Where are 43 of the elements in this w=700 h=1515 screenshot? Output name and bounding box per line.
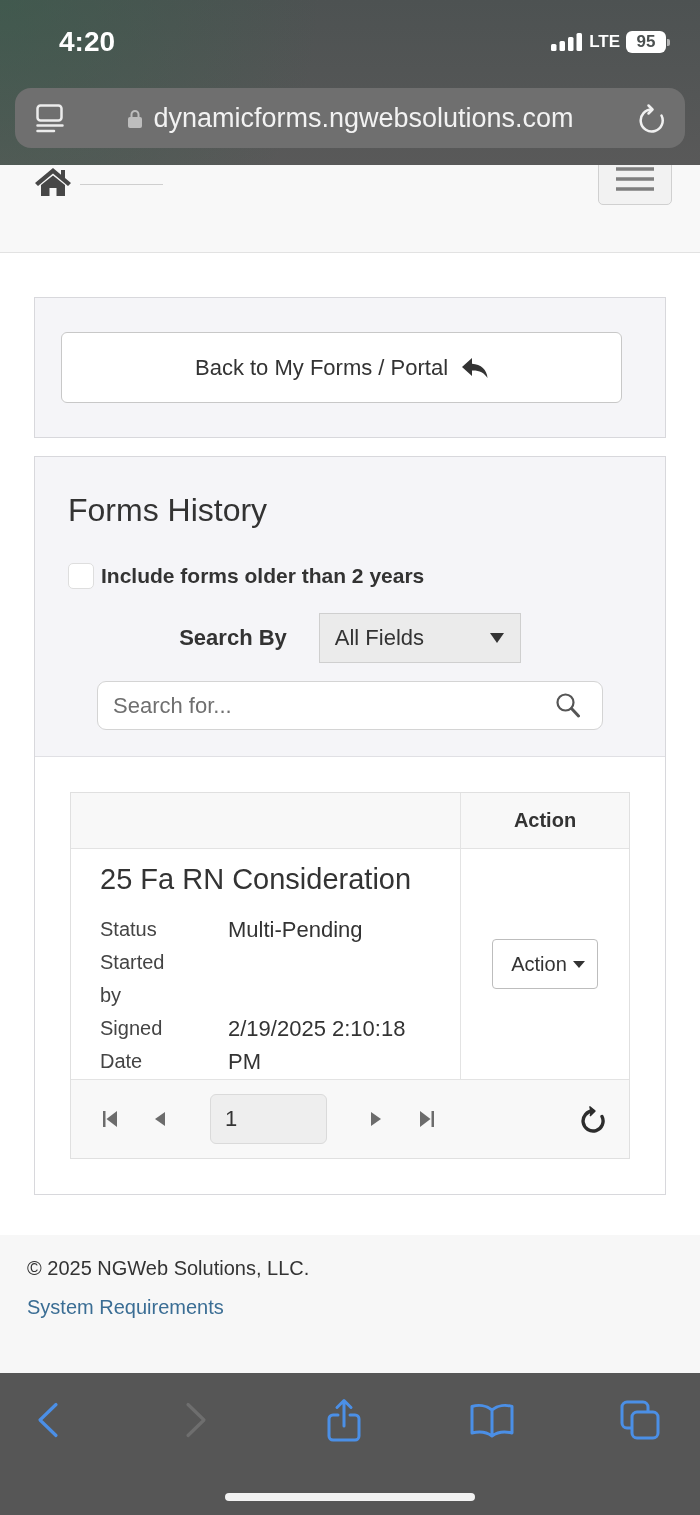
search-by-select[interactable]: All Fields — [318, 613, 521, 663]
overlapping-squares-icon[interactable] — [620, 1400, 660, 1440]
section-title: Forms History — [68, 491, 269, 530]
back-icon[interactable] — [37, 1402, 59, 1438]
system-requirements-link[interactable]: System Requirements — [27, 1295, 224, 1319]
caret-icon — [489, 633, 504, 643]
search-icon[interactable] — [556, 693, 580, 718]
last-page-icon[interactable] — [420, 1111, 434, 1127]
lock-icon — [128, 108, 143, 128]
url-text[interactable]: dynamicforms.ngwebsolutions.com — [153, 102, 574, 134]
share-icon[interactable] — [326, 1398, 362, 1442]
reply-icon — [462, 357, 489, 378]
clock-time: 4:20 — [59, 26, 116, 58]
action-button[interactable]: Action — [492, 939, 598, 989]
search-field[interactable]: Search for... — [97, 681, 603, 730]
form-title: 25 Fa RN Consideration — [100, 862, 413, 897]
battery-indicator: 95 — [626, 31, 670, 53]
previous-page-icon[interactable] — [155, 1112, 165, 1126]
search-by-label: Search By — [179, 625, 287, 651]
home-icon[interactable] — [34, 167, 72, 197]
checkbox[interactable] — [68, 563, 94, 589]
field-label: Started by — [100, 950, 166, 1008]
field-label: Status — [100, 917, 158, 942]
copyright-text: © 2025 NGWeb Solutions, LLC. — [27, 1256, 311, 1280]
field-label: Signed Date — [100, 1016, 164, 1074]
checkbox-label[interactable]: Include forms older than 2 years — [101, 564, 425, 588]
menu-icon — [616, 167, 654, 191]
open-book-icon[interactable] — [470, 1402, 514, 1438]
caret-icon — [572, 960, 585, 968]
next-page-icon[interactable] — [371, 1112, 381, 1126]
network-type: LTE — [589, 32, 620, 52]
column-header: Action — [513, 809, 577, 832]
reload-icon[interactable] — [638, 103, 666, 133]
back-to-forms-button[interactable]: Back to My Forms / Portal — [61, 332, 622, 403]
signal-icon — [551, 33, 584, 51]
first-page-icon[interactable] — [103, 1111, 117, 1127]
field-value: Multi-Pending — [228, 916, 364, 944]
refresh-icon[interactable] — [580, 1105, 606, 1133]
menu-button[interactable] — [598, 165, 672, 205]
page-number-field[interactable]: 1 — [210, 1094, 327, 1144]
address-bar[interactable]: dynamicforms.ngwebsolutions.com — [15, 88, 685, 148]
field-value: 2/19/2025 2:10:18 PM — [228, 1015, 407, 1076]
page-menu-icon[interactable] — [36, 103, 64, 133]
